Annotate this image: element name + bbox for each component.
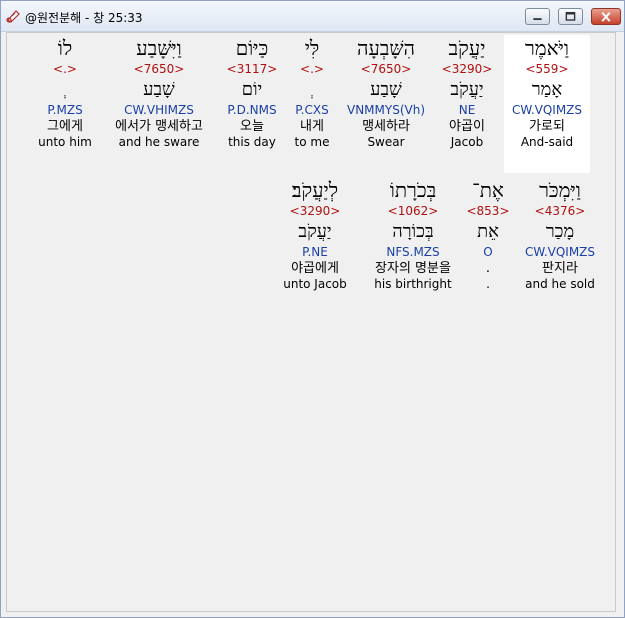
lemma: יַעֲקֹב — [450, 79, 484, 100]
english-gloss: Swear — [367, 135, 405, 149]
morphology: VNMMYS(Vh) — [346, 103, 426, 117]
maximize-button[interactable] — [558, 8, 583, 25]
close-button[interactable] — [591, 8, 621, 25]
strong-number[interactable]: <1062> — [361, 203, 465, 219]
english-gloss: this day — [228, 135, 276, 149]
hebrew-word: וַיִּשָּׁבַע — [136, 36, 182, 60]
scroll-icon — [6, 10, 20, 23]
lemma: ְ — [23, 77, 107, 103]
hebrew-word: וַיֹּאמֶר — [524, 36, 570, 60]
korean-gloss: 가로되 — [529, 119, 565, 134]
word-0[interactable]: וַיֹּאמֶר <559> אָמַר CW.VQIMZS 가로되 And-… — [504, 35, 590, 173]
hebrew-word: בְּכֹרָתוֹ — [389, 178, 437, 202]
strong-number[interactable]: <3290> — [424, 61, 510, 77]
korean-gloss: 장자의 명분을 — [375, 261, 451, 276]
strong-number[interactable]: <3290> — [271, 203, 359, 219]
word-6[interactable]: לוֹ <.> ְ P.MZS 그에게 unto him — [23, 35, 107, 150]
lemma: שָׁבַע — [143, 79, 175, 100]
strong-number[interactable]: <4376> — [517, 203, 603, 219]
english-gloss: and he sold — [525, 277, 595, 291]
lemma: יַעֲקֹב — [298, 221, 332, 242]
morphology: CW.VHIMZS — [124, 103, 194, 117]
hebrew-word: כַּיּוֹם — [235, 36, 269, 60]
strong-number[interactable]: <7650> — [343, 61, 429, 77]
morphology: NE — [458, 103, 476, 117]
strong-number[interactable]: <7650> — [101, 61, 217, 77]
english-gloss: And-said — [520, 135, 574, 149]
korean-gloss: 판지라 — [542, 261, 578, 276]
minimize-icon — [533, 18, 542, 21]
hebrew-word: וַיִּמְכֹּר — [539, 178, 581, 202]
close-icon — [601, 12, 611, 22]
korean-gloss: 야곱에게 — [291, 261, 339, 276]
korean-gloss: 맹세하라 — [362, 119, 410, 134]
morphology: P.MZS — [47, 103, 83, 117]
strong-number[interactable]: <559> — [504, 61, 590, 77]
lemma: שָׁבַע — [370, 79, 402, 100]
korean-gloss: 에서가 맹세하고 — [115, 119, 203, 134]
morphology: P.D.NMS — [227, 103, 277, 117]
word-1[interactable]: יַעֲקֹב <3290> יַעֲקֹב NE 야곱이 Jacob — [424, 35, 510, 150]
word-7[interactable]: וַיִּמְכֹּר <4376> מָכַר CW.VQIMZS 판지라 a… — [517, 177, 603, 292]
morphology: NFS.MZS — [386, 245, 440, 259]
word-4[interactable]: כַּיּוֹם <3117> יוֹם P.D.NMS 오늘 this day — [209, 35, 295, 150]
lemma: יוֹם — [241, 79, 263, 100]
strong-number[interactable]: <3117> — [209, 61, 295, 77]
english-gloss: unto Jacob — [283, 277, 347, 291]
english-gloss: unto him — [38, 135, 92, 149]
english-gloss: and he sware — [118, 135, 200, 149]
word-10[interactable]: לְיַעֲקֹב׃ <3290> יַעֲקֹב P.NE 야곱에게 unto… — [271, 177, 359, 292]
hebrew-word: הִשָּׁבְעָה — [356, 36, 416, 60]
word-2[interactable]: הִשָּׁבְעָה <7650> שָׁבַע VNMMYS(Vh) 맹세하… — [343, 35, 429, 150]
lemma: מָכַר — [545, 221, 575, 242]
hebrew-word: לוֹ — [57, 36, 73, 60]
app-window: @원전분해 - 창 25:33 וַיֹּאמֶר <559> אָמַר CW… — [0, 0, 625, 618]
korean-gloss: 오늘 — [240, 119, 264, 134]
morphology: CW.VQIMZS — [524, 245, 596, 259]
minimize-button[interactable] — [525, 8, 550, 25]
title-bar[interactable]: @원전분해 - 창 25:33 — [1, 1, 624, 32]
maximize-icon — [565, 11, 576, 21]
window-title: @원전분해 - 창 25:33 — [25, 11, 143, 25]
word-9[interactable]: בְּכֹרָתוֹ <1062> בְּכוֹרָה NFS.MZS 장자의 … — [361, 177, 465, 292]
korean-gloss: 그에게 — [47, 119, 83, 134]
lemma: אָמַר — [531, 79, 563, 100]
hebrew-word: לְיַעֲקֹב׃ — [291, 178, 339, 202]
word-5[interactable]: וַיִּשָּׁבַע <7650> שָׁבַע CW.VHIMZS 에서가… — [101, 35, 217, 150]
lemma: בְּכוֹרָה — [392, 221, 434, 242]
strong-number[interactable]: <.> — [23, 61, 107, 77]
interlinear-panel[interactable]: וַיֹּאמֶר <559> אָמַר CW.VQIMZS 가로되 And-… — [6, 32, 616, 612]
morphology: P.NE — [302, 245, 328, 259]
english-gloss: Jacob — [450, 135, 484, 149]
english-gloss: his birthright — [374, 277, 452, 291]
morphology: CW.VQIMZS — [511, 103, 583, 117]
korean-gloss: 야곱이 — [449, 119, 485, 134]
hebrew-word: יַעֲקֹב — [448, 36, 486, 60]
